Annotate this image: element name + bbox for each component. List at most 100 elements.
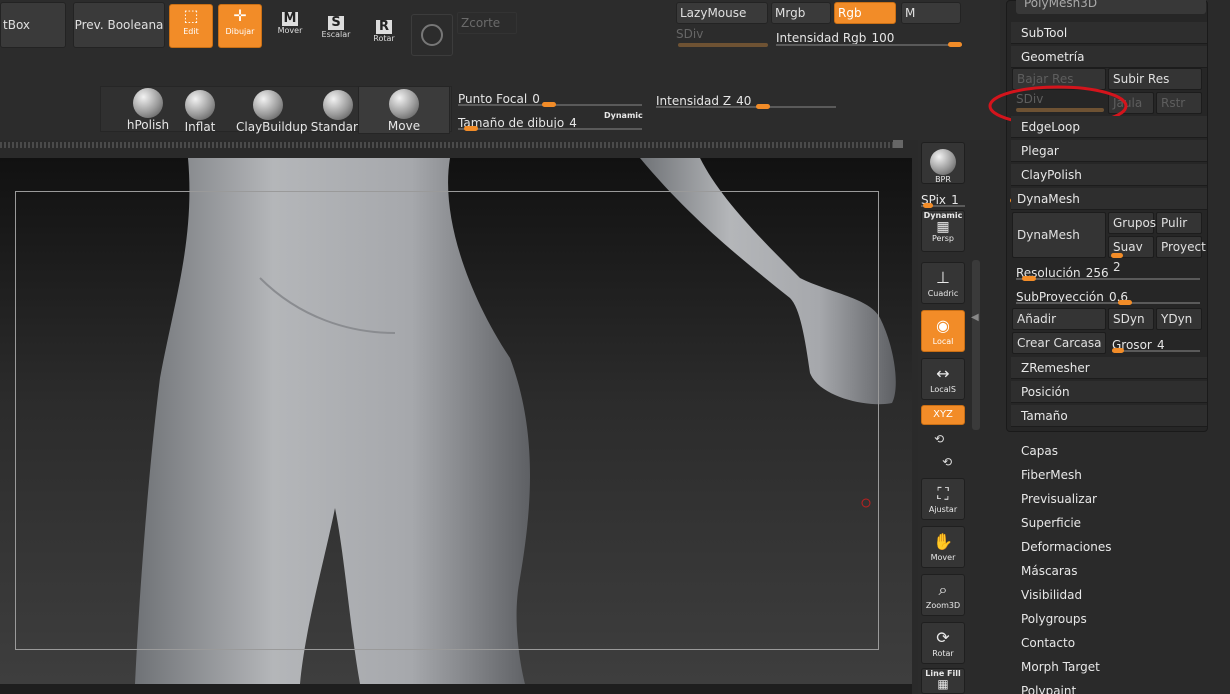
proyect-button[interactable]: Proyect — [1156, 236, 1206, 258]
ajustar-label: Ajustar — [928, 505, 958, 514]
subproyeccion-slider[interactable]: SubProyección 0.6 — [1016, 286, 1200, 306]
local-label: Local — [932, 337, 954, 346]
bpr-icon — [930, 149, 956, 175]
rotar-button[interactable]: R Rotar — [364, 18, 404, 56]
claypolish-header[interactable]: ClayPolish — [1011, 164, 1207, 186]
m-button[interactable]: M — [901, 2, 961, 24]
geometria-header[interactable]: Geometría — [1011, 46, 1207, 68]
crear-carcasa-button[interactable]: Crear Carcasa — [1012, 332, 1106, 354]
resolucion-slider[interactable]: Resolución 256 — [1016, 262, 1200, 282]
gizmo-button[interactable] — [411, 14, 453, 56]
brush-move[interactable]: Move — [358, 86, 450, 134]
tamano-header[interactable]: Tamaño — [1011, 405, 1207, 427]
rotate-lock-icon: ⟳ — [936, 628, 950, 647]
menu-item-previsualizar[interactable]: Previsualizar — [1021, 487, 1211, 511]
pulir-button[interactable]: Pulir — [1156, 212, 1202, 234]
persp-button[interactable]: Dynamic ▦ Persp — [921, 210, 965, 252]
grosor-slider[interactable]: Grosor 4 — [1112, 334, 1202, 354]
move-icon: M — [282, 11, 298, 26]
polymesh-tool[interactable]: PolyMesh3D — [1016, 0, 1206, 14]
menu-item-mascaras[interactable]: Máscaras — [1021, 559, 1211, 583]
locals-button[interactable]: ↔ LocalS — [921, 358, 965, 400]
menu-item-polygroups[interactable]: Polygroups — [1021, 607, 1211, 631]
menu-item-contacto[interactable]: Contacto — [1021, 631, 1211, 655]
rstr-button[interactable]: Rstr — [1156, 92, 1202, 114]
punto-focal-thumb[interactable] — [542, 102, 556, 107]
intensidad-rgb-slider[interactable]: Intensidad Rgb 100 — [776, 27, 962, 47]
menu-item-visibilidad[interactable]: Visibilidad — [1021, 583, 1211, 607]
edit-button[interactable]: ⬚ Edit — [169, 4, 213, 48]
grupos-button[interactable]: Grupos — [1108, 212, 1156, 234]
menu-item-polypaint[interactable]: Polypaint — [1021, 679, 1211, 694]
suav-thumb[interactable] — [1111, 253, 1123, 258]
brush-hpolish[interactable]: hPolish — [118, 86, 178, 134]
menu-item-capas[interactable]: Capas — [1021, 439, 1211, 463]
anadir-button[interactable]: Añadir — [1012, 308, 1106, 330]
lightbox-button[interactable]: tBox — [0, 2, 66, 48]
mrgb-button[interactable]: Mrgb — [771, 2, 831, 24]
hpolish-icon — [133, 88, 163, 118]
escalar-button[interactable]: S Escalar — [316, 14, 356, 52]
rotate-icon: R — [376, 20, 392, 34]
cuadric-button[interactable]: ⊥ Cuadric — [921, 262, 965, 304]
ydyn-button[interactable]: YDyn — [1156, 308, 1202, 330]
subproyeccion-thumb[interactable] — [1118, 300, 1132, 305]
xyz-button[interactable]: XYZ — [921, 405, 965, 425]
posicion-header[interactable]: Posición — [1011, 381, 1207, 403]
collapse-arrow-icon[interactable]: ◀ — [971, 312, 979, 323]
zremesher-header[interactable]: ZRemesher — [1011, 357, 1207, 379]
polyframe-icon: ▦ — [937, 677, 949, 691]
side-scrollbar[interactable] — [972, 260, 980, 430]
dynamesh-header[interactable]: DynaMesh — [1011, 188, 1207, 210]
zoom3d-button[interactable]: ⌕ Zoom3D — [921, 574, 965, 616]
dynamesh-button[interactable]: DynaMesh — [1012, 212, 1106, 258]
tamano-dibujo-thumb[interactable] — [464, 126, 478, 131]
grosor-thumb[interactable] — [1112, 348, 1124, 353]
tool-menu-list: Capas FiberMesh Previsualizar Superficie… — [1021, 439, 1211, 694]
edgeloop-header[interactable]: EdgeLoop — [1011, 116, 1207, 138]
intensidad-z-thumb[interactable] — [756, 104, 770, 109]
bpr-label: BPR — [935, 175, 951, 184]
spix-thumb[interactable] — [923, 203, 933, 208]
spix-slider[interactable]: SPix 1 — [921, 189, 965, 209]
intensidad-rgb-thumb[interactable] — [948, 42, 962, 47]
menu-item-morph-target[interactable]: Morph Target — [1021, 655, 1211, 679]
menu-item-fibermesh[interactable]: FiberMesh — [1021, 463, 1211, 487]
mover-view-label: Mover — [930, 553, 956, 562]
lazymouse-button[interactable]: LazyMouse — [676, 2, 768, 24]
dynamic-toggle[interactable]: Dynamic — [604, 111, 643, 120]
canvas-viewport[interactable] — [0, 158, 912, 684]
menu-item-superficie[interactable]: Superficie — [1021, 511, 1211, 535]
zcorte-button[interactable]: Zcorte — [457, 12, 517, 34]
ajustar-button[interactable]: ⛶ Ajustar — [921, 478, 965, 520]
menu-item-deformaciones[interactable]: Deformaciones — [1021, 535, 1211, 559]
sdiv-slider[interactable]: SDiv — [676, 27, 770, 47]
brush-inflat[interactable]: Inflat — [170, 88, 230, 136]
rotate-y-icon[interactable]: ⟲ — [934, 432, 944, 446]
rotate-z-icon[interactable]: ⟲ — [942, 455, 952, 469]
document-frame — [15, 191, 879, 650]
mover-view-button[interactable]: ✋ Mover — [921, 526, 965, 568]
dibujar-button[interactable]: ✛ Dibujar — [218, 4, 262, 48]
bpr-button[interactable]: BPR — [921, 142, 965, 184]
ruler-handle[interactable] — [893, 140, 903, 148]
local-button[interactable]: ◉ Local — [921, 310, 965, 352]
mover-button[interactable]: M Mover — [270, 10, 310, 48]
sdyn-button[interactable]: SDyn — [1108, 308, 1154, 330]
subtool-header[interactable]: SubTool — [1011, 22, 1207, 44]
inflat-icon — [185, 90, 215, 120]
rotar-view-button[interactable]: ⟳ Rotar — [921, 622, 965, 664]
brush-claybuildup[interactable]: ClayBuildup — [236, 88, 308, 136]
plegar-header[interactable]: Plegar — [1011, 140, 1207, 162]
tamano-dibujo-slider[interactable]: Tamaño de dibujo 4 Dynamic — [458, 111, 643, 132]
line-fill-button[interactable]: Line Fill ▦ — [921, 668, 965, 694]
resolucion-track — [1016, 278, 1200, 280]
rgb-button[interactable]: Rgb — [834, 2, 896, 24]
locals-label: LocalS — [930, 385, 956, 394]
suav-slider[interactable]: Suav 2 — [1108, 236, 1154, 274]
intensidad-z-slider[interactable]: Intensidad Z 40 — [656, 90, 836, 110]
punto-focal-slider[interactable]: Punto Focal 0 — [458, 88, 642, 108]
resolucion-thumb[interactable] — [1022, 276, 1036, 281]
local-symmetry-icon: ◉ — [936, 316, 950, 335]
prev-booleana-button[interactable]: Prev. Booleana — [73, 2, 165, 48]
